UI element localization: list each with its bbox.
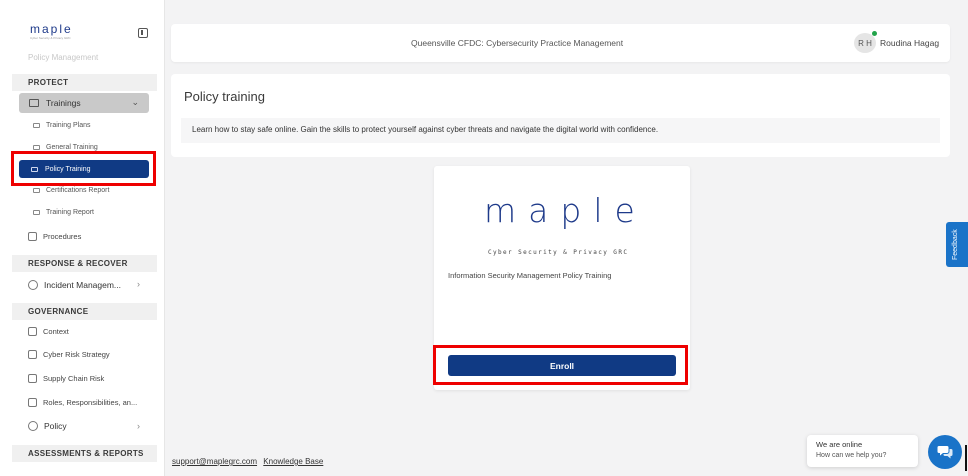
sidebar-collapse-icon[interactable] <box>138 28 148 38</box>
roles-icon <box>28 398 37 407</box>
chevron-right-icon: › <box>137 421 140 431</box>
chat-title: We are online <box>816 440 863 449</box>
sidebar-item-label: Incident Managem... <box>44 280 122 290</box>
course-logo-tagline: Cyber Security & Privacy GRC <box>488 249 629 256</box>
list-icon <box>33 145 40 150</box>
sidebar-item-label: Cyber Risk Strategy <box>43 350 110 359</box>
chat-subtitle: How can we help you? <box>816 452 887 459</box>
policy-icon <box>28 421 38 431</box>
alert-circle-icon <box>28 280 38 290</box>
sidebar-item-label: Certifications Report <box>46 187 110 194</box>
chat-button[interactable] <box>928 435 962 469</box>
sidebar-item-supply-chain-risk[interactable]: Supply Chain Risk <box>28 374 104 383</box>
sidebar-item-label: General Training <box>46 144 98 151</box>
page-title: Policy training <box>184 89 265 104</box>
sidebar-item-roles[interactable]: Roles, Responsibilities, an... <box>28 398 137 407</box>
knowledge-base-link[interactable]: Knowledge Base <box>263 457 323 466</box>
sidebar-item-policy-training[interactable]: Policy Training <box>19 160 149 178</box>
sidebar-item-trainings[interactable]: Trainings ⌄ <box>19 93 149 113</box>
sidebar-item-policy[interactable]: Policy <box>28 421 67 431</box>
avatar[interactable]: R H <box>854 33 876 53</box>
logo-tagline: Cyber Security & Privacy GRC <box>30 36 71 40</box>
chevron-right-icon: › <box>137 279 140 289</box>
list-icon <box>33 123 40 128</box>
online-status-icon <box>872 31 877 36</box>
strategy-icon <box>28 350 37 359</box>
sidebar-item-label: Roles, Responsibilities, an... <box>43 398 138 407</box>
enroll-button[interactable]: Enroll <box>448 355 676 376</box>
page-header-card: Policy training Learn how to stay safe o… <box>171 74 950 157</box>
footer: support@maplegrc.com Knowledge Base <box>172 457 327 466</box>
course-logo: maple <box>484 191 647 230</box>
section-protect: PROTECT <box>12 74 157 91</box>
sidebar-item-label: Context <box>43 327 69 336</box>
support-email-link[interactable]: support@maplegrc.com <box>172 457 257 466</box>
supply-chain-icon <box>28 374 37 383</box>
sidebar-item-cyber-risk-strategy[interactable]: Cyber Risk Strategy <box>28 350 110 359</box>
sidebar-item-certifications-report[interactable]: Certifications Report <box>33 187 109 194</box>
document-icon <box>28 327 37 336</box>
sidebar-item-label: Policy <box>44 421 67 431</box>
sidebar-item-training-report[interactable]: Training Report <box>33 209 94 216</box>
chat-bubble[interactable]: We are online How can we help you? <box>807 435 918 467</box>
sidebar-item-label: Training Report <box>46 209 94 216</box>
chat-icon <box>937 446 953 459</box>
window-edge <box>965 445 967 471</box>
page-description: Learn how to stay safe online. Gain the … <box>181 118 940 143</box>
sidebar-item-label: Supply Chain Risk <box>43 374 105 383</box>
sidebar-item-general-training[interactable]: General Training <box>33 144 98 151</box>
section-assessments-reports: ASSESSMENTS & REPORTS <box>12 445 157 462</box>
sidebar-item-label: Policy Training <box>45 165 91 173</box>
sidebar-item-incident-management[interactable]: Incident Managem... <box>28 280 121 290</box>
list-icon <box>33 188 40 193</box>
maple-logo[interactable]: maple <box>30 22 73 36</box>
feedback-tab[interactable]: Feedback <box>946 222 968 267</box>
top-header: Queensville CFDC: Cybersecurity Practice… <box>171 24 950 62</box>
user-name[interactable]: Roudina Hagag <box>880 38 939 48</box>
organization-title: Queensville CFDC: Cybersecurity Practice… <box>411 38 624 48</box>
list-icon <box>33 210 40 215</box>
feedback-label: Feedback <box>952 229 959 260</box>
course-name: Information Security Management Policy T… <box>448 271 612 280</box>
sidebar: maple Cyber Security & Privacy GRC Polic… <box>0 0 165 476</box>
training-icon <box>29 99 39 107</box>
section-response-recover: RESPONSE & RECOVER <box>12 255 157 272</box>
sidebar-item-label: Procedures <box>43 232 82 241</box>
sidebar-item-procedures[interactable]: Procedures <box>28 232 81 241</box>
sidebar-item-label: Training Plans <box>46 122 91 129</box>
procedures-icon <box>28 232 37 241</box>
sidebar-item-label: Trainings <box>46 98 81 108</box>
list-icon <box>31 166 38 172</box>
sidebar-item-training-plans[interactable]: Training Plans <box>33 122 91 129</box>
sidebar-item-policy-management[interactable]: Policy Management <box>28 53 98 62</box>
sidebar-item-context[interactable]: Context <box>28 327 69 336</box>
section-governance: GOVERNANCE <box>12 303 157 320</box>
chevron-down-icon: ⌄ <box>131 97 139 107</box>
